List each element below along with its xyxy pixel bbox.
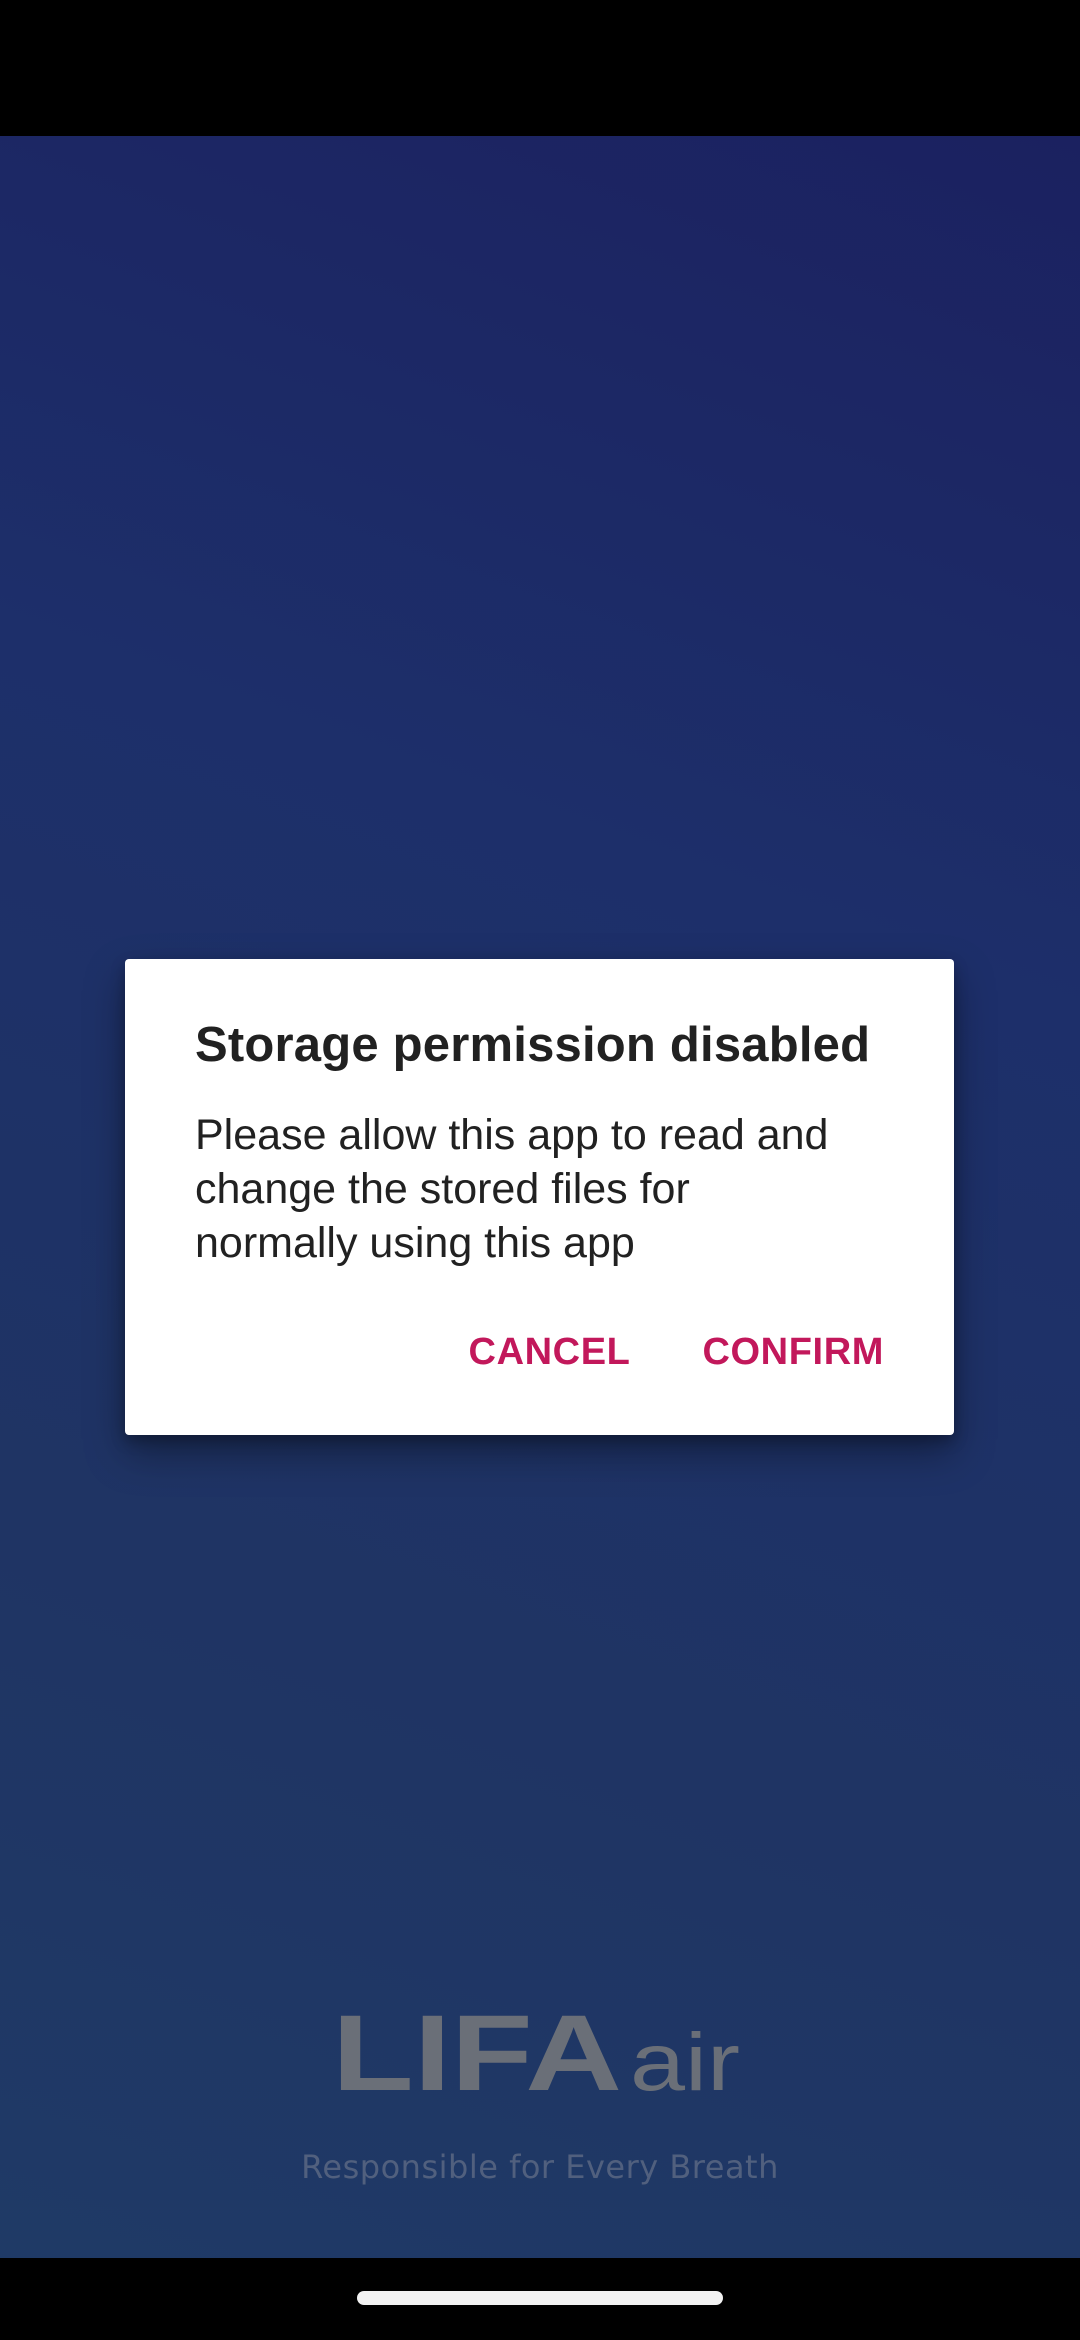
logo-text-lifa: LIFA (332, 2000, 622, 2100)
status-bar (0, 0, 1080, 136)
dialog-actions: CANCEL CONFIRM (469, 1331, 884, 1374)
dialog-message: Please allow this app to read and change… (195, 1111, 829, 1267)
tagline: Responsible for Every Breath (301, 2148, 779, 2186)
home-indicator[interactable] (357, 2291, 723, 2305)
permission-dialog: Storage permission disabled Please allow… (125, 959, 954, 1435)
dialog-title: Storage permission disabled (195, 1018, 871, 1072)
lifa-air-logo: LIFA air (332, 2000, 740, 2100)
logo-text-air: air (630, 2017, 740, 2100)
confirm-button[interactable]: CONFIRM (702, 1331, 884, 1374)
cancel-button[interactable]: CANCEL (469, 1331, 631, 1374)
screen: LIFA air Responsible for Every Breath St… (0, 0, 1080, 2340)
